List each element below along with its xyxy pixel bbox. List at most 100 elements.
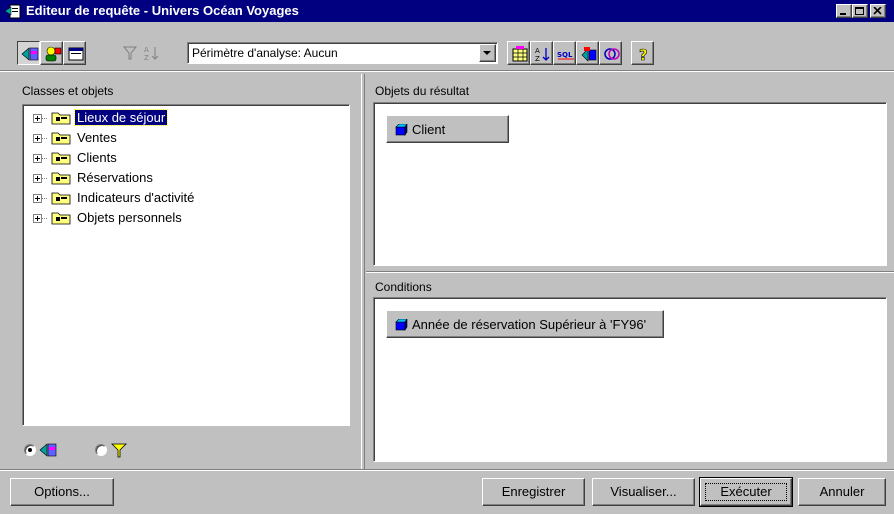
- sort-order-button[interactable]: A Z: [530, 41, 553, 65]
- filter-icon: [111, 443, 127, 458]
- close-button[interactable]: [870, 4, 886, 18]
- toolbar-separator: [0, 70, 894, 72]
- svg-text:Z: Z: [144, 54, 149, 62]
- footer-separator: [0, 469, 894, 471]
- combine-queries-icon: [581, 47, 597, 62]
- tree-connector: [42, 158, 47, 159]
- svg-text:A: A: [144, 46, 149, 54]
- objects-radio[interactable]: [24, 444, 36, 456]
- close-icon: [873, 7, 882, 15]
- maximize-button[interactable]: [852, 4, 868, 18]
- result-objects-label: Objets du résultat: [375, 84, 470, 98]
- sort-az-icon: A Z: [144, 46, 159, 62]
- expand-icon[interactable]: [33, 134, 42, 143]
- result-objects-area[interactable]: Client: [373, 102, 887, 266]
- tree-item-label: Objets personnels: [77, 210, 182, 225]
- run-button[interactable]: Exécuter: [699, 477, 793, 507]
- result-object-chip[interactable]: Client: [386, 115, 509, 143]
- sort-az-icon: A Z: [535, 47, 550, 63]
- table-view-button[interactable]: [507, 41, 530, 65]
- cancel-button[interactable]: Annuler: [798, 478, 886, 506]
- tree-connector: [42, 178, 47, 179]
- intersection-button[interactable]: [599, 41, 622, 65]
- filter-icon: [122, 46, 138, 60]
- class-folder-icon: [51, 172, 71, 185]
- svg-text:A: A: [535, 47, 540, 55]
- classes-objects-label: Classes et objets: [22, 84, 114, 98]
- user-objects-button[interactable]: [40, 41, 63, 65]
- focus-rect: [705, 483, 787, 501]
- conditions-area[interactable]: Année de réservation Supérieur à 'FY96': [373, 297, 887, 462]
- combine-queries-button[interactable]: [576, 41, 599, 65]
- scope-of-analysis-select[interactable]: Périmètre d'analyse: Aucun: [187, 42, 498, 64]
- view-button[interactable]: Visualiser...: [592, 478, 695, 506]
- expand-icon[interactable]: [33, 154, 42, 163]
- expand-icon[interactable]: [33, 174, 42, 183]
- tree-item[interactable]: Réservations: [23, 168, 343, 188]
- tree-item-label: Lieux de séjour: [73, 109, 169, 126]
- classes-objects-tree[interactable]: Lieux de séjour Ventes Clients Réservati…: [22, 104, 350, 426]
- tree-item[interactable]: Ventes: [23, 128, 343, 148]
- panel-separator: [366, 271, 894, 273]
- tree-connector: [42, 218, 47, 219]
- class-folder-icon: [51, 192, 71, 205]
- window-view-button[interactable]: [63, 41, 86, 65]
- expand-icon[interactable]: [33, 114, 42, 123]
- classes-objects-icon: [21, 47, 39, 61]
- condition-label: Année de réservation Supérieur à 'FY96': [412, 317, 647, 332]
- class-folder-icon: [51, 132, 71, 145]
- tree-item[interactable]: Lieux de séjour: [23, 108, 343, 128]
- help-button[interactable]: ?: [631, 41, 654, 65]
- tree-item-label: Indicateurs d'activité: [77, 190, 195, 205]
- scope-value: Périmètre d'analyse: Aucun: [192, 46, 338, 60]
- svg-text:SQL: SQL: [557, 51, 573, 59]
- panel-splitter[interactable]: [361, 74, 365, 471]
- tree-item[interactable]: Clients: [23, 148, 343, 168]
- options-button[interactable]: Options...: [10, 478, 114, 506]
- query-editor-app-icon: [5, 4, 21, 19]
- result-object-label: Client: [412, 122, 446, 137]
- tree-item-label: Réservations: [77, 170, 153, 185]
- condition-chip[interactable]: Année de réservation Supérieur à 'FY96': [386, 310, 664, 338]
- chevron-down-icon: [483, 51, 491, 55]
- expand-icon[interactable]: [33, 214, 42, 223]
- view-button-label: Visualiser...: [610, 484, 677, 499]
- minimize-icon: [840, 13, 846, 15]
- class-folder-icon: [51, 212, 71, 225]
- window-icon: [68, 47, 84, 61]
- class-folder-icon: [51, 112, 71, 125]
- svg-text:Z: Z: [535, 55, 540, 63]
- tree-item[interactable]: Indicateurs d'activité: [23, 188, 343, 208]
- dimension-object-icon: [395, 319, 408, 331]
- minimize-button[interactable]: [836, 4, 852, 18]
- tree-item-label: Clients: [77, 150, 117, 165]
- table-icon: [512, 46, 528, 62]
- sort-button[interactable]: A Z: [140, 41, 163, 65]
- maximize-icon: [855, 7, 864, 15]
- sql-button[interactable]: SQL: [553, 41, 576, 65]
- help-icon: ?: [639, 46, 648, 63]
- expand-icon[interactable]: [33, 194, 42, 203]
- title-bar[interactable]: Editeur de requête - Univers Océan Voyag…: [0, 0, 894, 22]
- user-objects-icon: [45, 46, 62, 62]
- conditions-label: Conditions: [375, 280, 432, 294]
- tree-connector: [42, 118, 47, 119]
- tree-item-label: Ventes: [77, 130, 117, 145]
- save-button-label: Enregistrer: [501, 484, 566, 499]
- filter-button[interactable]: [118, 41, 141, 65]
- save-button[interactable]: Enregistrer: [482, 478, 585, 506]
- cancel-button-label: Annuler: [819, 484, 865, 499]
- objects-view-button[interactable]: [17, 41, 40, 65]
- dimension-object-icon: [395, 124, 408, 136]
- filters-radio[interactable]: [95, 444, 107, 456]
- window-title: Editeur de requête - Univers Océan Voyag…: [26, 3, 299, 18]
- svg-text:?: ?: [639, 46, 648, 63]
- tree-item[interactable]: Objets personnels: [23, 208, 343, 228]
- class-folder-icon: [51, 152, 71, 165]
- options-button-label: Options...: [34, 484, 90, 499]
- intersection-icon: [604, 48, 620, 60]
- tree-connector: [42, 138, 47, 139]
- classes-objects-icon: [39, 443, 57, 457]
- scope-dropdown-button[interactable]: [479, 44, 496, 62]
- sql-icon: SQL: [557, 51, 574, 60]
